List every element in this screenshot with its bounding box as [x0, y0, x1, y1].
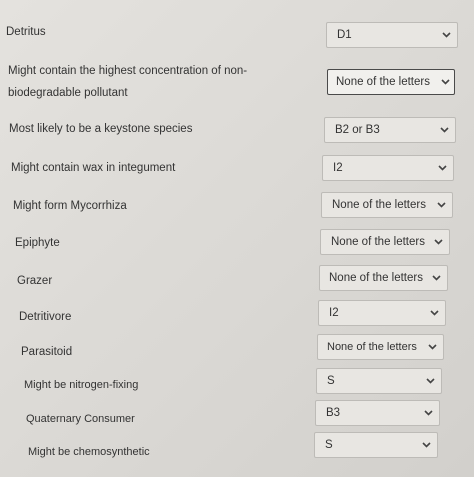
row-label: Quaternary Consumer	[26, 413, 135, 425]
row-label: Might form Mycorrhiza	[13, 200, 127, 212]
row-label: Epiphyte	[15, 237, 60, 249]
selected-value: S	[325, 439, 333, 451]
row-label: Might be chemosynthetic	[28, 446, 150, 458]
answer-select[interactable]: I2	[322, 155, 454, 181]
answer-select[interactable]: S	[316, 368, 442, 394]
selected-value: I2	[329, 307, 339, 319]
row-label: Parasitoid	[21, 346, 73, 358]
selected-value: I2	[333, 162, 343, 174]
answer-select[interactable]: None of the letters	[317, 334, 444, 360]
selected-value: None of the letters	[331, 236, 425, 248]
chevron-down-icon	[437, 201, 446, 209]
selected-value: S	[327, 375, 335, 387]
selected-value: B3	[326, 407, 341, 419]
row-label-line-2: biodegradable pollutant	[8, 87, 128, 99]
selected-value: B2 or B3	[335, 124, 380, 136]
answer-select[interactable]: None of the letters	[320, 229, 450, 255]
chevron-down-icon	[438, 164, 447, 172]
answer-select[interactable]: None of the letters	[321, 192, 453, 218]
chevron-down-icon	[428, 343, 437, 351]
answer-select[interactable]: I2	[318, 300, 446, 326]
row-label: Detritivore	[19, 311, 72, 323]
selected-value: None of the letters	[327, 341, 417, 353]
selected-value: None of the letters	[336, 76, 430, 88]
answer-select[interactable]: B3	[315, 400, 440, 426]
row-label: Detritus	[6, 26, 46, 38]
chevron-down-icon	[422, 441, 431, 449]
selected-value: None of the letters	[329, 272, 423, 284]
chevron-down-icon	[434, 238, 443, 246]
matching-question-form: Detritus D1 Might contain the highest co…	[0, 0, 474, 477]
answer-select[interactable]: D1	[326, 22, 458, 48]
row-label: Might be nitrogen-fixing	[24, 379, 139, 391]
answer-select[interactable]: None of the letters	[319, 265, 448, 291]
row-label: Most likely to be a keystone species	[9, 123, 193, 135]
chevron-down-icon	[441, 78, 450, 86]
chevron-down-icon	[442, 31, 451, 39]
row-label: Grazer	[17, 275, 53, 287]
selected-value: None of the letters	[332, 199, 426, 211]
chevron-down-icon	[440, 126, 449, 134]
chevron-down-icon	[426, 377, 435, 385]
row-label: Might contain wax in integument	[11, 162, 176, 174]
chevron-down-icon	[430, 309, 439, 317]
chevron-down-icon	[424, 409, 433, 417]
row-label-line-1: Might contain the highest concentration …	[8, 65, 248, 77]
chevron-down-icon	[432, 274, 441, 282]
answer-select[interactable]: S	[314, 432, 438, 458]
selected-value: D1	[337, 29, 352, 41]
answer-select[interactable]: None of the letters	[327, 69, 455, 95]
answer-select[interactable]: B2 or B3	[324, 117, 456, 143]
